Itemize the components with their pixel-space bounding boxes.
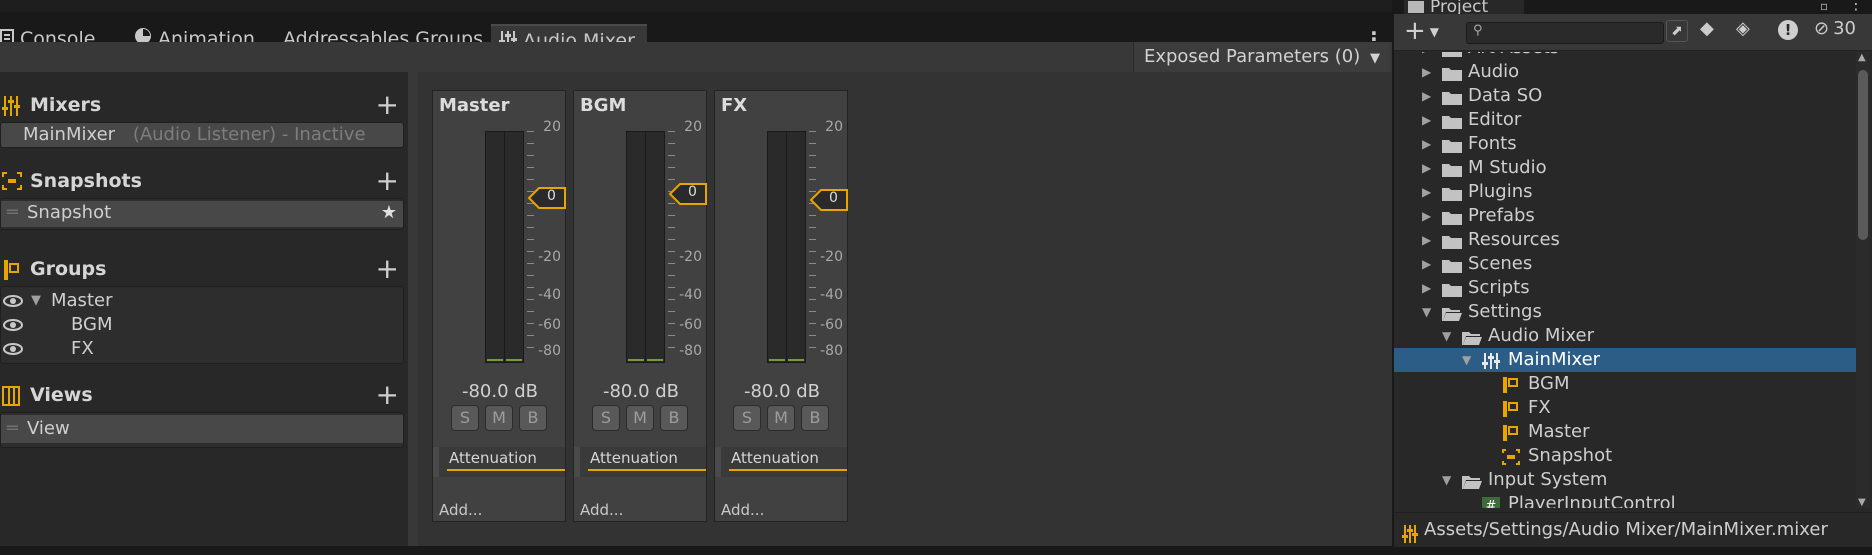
tree-item-label: Prefabs xyxy=(1468,205,1535,226)
audio-mixer-icon xyxy=(1482,352,1502,369)
tree-item[interactable]: ▶ Data SO xyxy=(1394,84,1856,108)
tree-item[interactable]: ▶ Plugins xyxy=(1394,180,1856,204)
tree-item-label: Input System xyxy=(1488,469,1608,490)
tree-item-label: Master xyxy=(1528,421,1590,442)
search-by-type-icon[interactable]: ⬈ xyxy=(1666,20,1688,42)
warning-icon[interactable]: ! xyxy=(1778,20,1798,40)
folder-open-icon xyxy=(1462,472,1482,489)
lock-icon[interactable]: ▫ xyxy=(1820,0,1828,12)
folder-icon xyxy=(1442,88,1462,105)
folder-icon xyxy=(1442,160,1462,177)
collapse-arrow-icon[interactable]: ▶ xyxy=(1422,204,1431,228)
collapse-arrow-icon[interactable]: ▶ xyxy=(1422,252,1431,276)
expand-arrow-icon[interactable]: ▼ xyxy=(1442,468,1451,492)
tree-item[interactable]: Master xyxy=(1394,420,1856,444)
mixer-group-icon xyxy=(1502,424,1522,441)
folder-icon xyxy=(1408,1,1424,13)
tree-item[interactable]: ▶ Fonts xyxy=(1394,132,1856,156)
tree-item-label: Fonts xyxy=(1468,133,1517,154)
mixer-icon xyxy=(1402,521,1418,555)
scroll-up-icon[interactable]: ▲ xyxy=(1858,52,1866,63)
folder-open-icon xyxy=(1462,328,1482,345)
collapse-arrow-icon[interactable]: ▶ xyxy=(1422,84,1431,108)
collapse-arrow-icon[interactable]: ▶ xyxy=(1422,108,1431,132)
folder-icon xyxy=(1442,280,1462,297)
hidden-packages-button[interactable]: ⊘ 30 xyxy=(1814,18,1856,39)
mixer-group-icon xyxy=(1502,376,1522,393)
selected-asset-path: Assets/Settings/Audio Mixer/MainMixer.mi… xyxy=(1424,519,1828,540)
tree-item-label: Scripts xyxy=(1468,277,1530,298)
collapse-arrow-icon[interactable]: ▶ xyxy=(1422,60,1431,84)
tree-item-label: Editor xyxy=(1468,109,1522,130)
expand-arrow-icon[interactable]: ▼ xyxy=(1462,348,1471,372)
snapshot-icon xyxy=(1502,448,1522,465)
tree-item-label: Resources xyxy=(1468,229,1560,250)
more-options-icon[interactable]: ⋮ xyxy=(1848,0,1864,12)
tree-item-label: Audio xyxy=(1468,61,1520,82)
mixer-group-icon xyxy=(1502,400,1522,417)
tree-item[interactable]: BGM xyxy=(1394,372,1856,396)
expand-arrow-icon[interactable]: ▼ xyxy=(1422,300,1431,324)
tree-item-label: Data SO xyxy=(1468,85,1543,106)
project-footer: Assets/Settings/Audio Mixer/MainMixer.mi… xyxy=(1394,512,1872,547)
tree-item-label: BGM xyxy=(1528,373,1570,394)
collapse-arrow-icon[interactable]: ▶ xyxy=(1422,276,1431,300)
scroll-down-icon[interactable]: ▼ xyxy=(1858,497,1866,508)
collapse-arrow-icon[interactable]: ▶ xyxy=(1422,132,1431,156)
collapse-arrow-icon[interactable]: ▶ xyxy=(1422,156,1431,180)
tree-item[interactable]: ▶ Prefabs xyxy=(1394,204,1856,228)
folder-icon xyxy=(1442,232,1462,249)
hidden-count: 30 xyxy=(1833,18,1856,39)
folder-icon xyxy=(1442,184,1462,201)
tree-item[interactable]: ▶ Resources xyxy=(1394,228,1856,252)
tree-item[interactable]: FX xyxy=(1394,396,1856,420)
tab-project-label: Project xyxy=(1430,0,1489,14)
scrollbar-thumb[interactable] xyxy=(1858,70,1868,240)
tree-item[interactable]: ▶ Scenes xyxy=(1394,252,1856,276)
tree-item-label: Audio Mixer xyxy=(1488,325,1594,346)
tree-item[interactable]: ▶ M Studio xyxy=(1394,156,1856,180)
filter-by-label-icon[interactable]: ◈ xyxy=(1736,18,1750,39)
tree-item[interactable]: ▶ Audio xyxy=(1394,60,1856,84)
tree-item[interactable]: ▼ Settings xyxy=(1394,300,1856,324)
tree-item[interactable]: ▼ Audio Mixer xyxy=(1394,324,1856,348)
tab-project[interactable]: Project xyxy=(1404,0,1524,14)
tree-item[interactable]: ▼ Input System xyxy=(1394,468,1856,492)
expand-arrow-icon[interactable]: ▼ xyxy=(1442,324,1451,348)
tree-item-label: Snapshot xyxy=(1528,445,1613,466)
tree-item[interactable]: Snapshot xyxy=(1394,444,1856,468)
project-search-input[interactable]: ⚲ xyxy=(1466,22,1664,44)
tree-item-label: Settings xyxy=(1468,301,1542,322)
folder-icon xyxy=(1442,136,1462,153)
tree-item[interactable]: ▼ MainMixer xyxy=(1394,348,1856,372)
search-icon: ⚲ xyxy=(1473,23,1483,38)
folder-open-icon xyxy=(1442,304,1462,321)
tree-item-label: Plugins xyxy=(1468,181,1533,202)
folder-icon xyxy=(1442,256,1462,273)
folder-icon xyxy=(1442,208,1462,225)
create-button[interactable]: + ▼ xyxy=(1404,16,1439,46)
folder-icon xyxy=(1442,64,1462,81)
tree-item-label: Scenes xyxy=(1468,253,1533,274)
eye-off-icon: ⊘ xyxy=(1814,18,1830,39)
folder-icon xyxy=(1442,112,1462,129)
collapse-arrow-icon[interactable]: ▶ xyxy=(1422,228,1431,252)
filter-by-type-icon[interactable]: ◆ xyxy=(1700,18,1714,39)
tree-item-label: FX xyxy=(1528,397,1551,418)
collapse-arrow-icon[interactable]: ▶ xyxy=(1422,180,1431,204)
tree-item-label: MainMixer xyxy=(1508,349,1601,370)
tree-item-label: M Studio xyxy=(1468,157,1547,178)
tree-item[interactable]: ▶ Scripts xyxy=(1394,276,1856,300)
project-tree: ▶Art Assets▶Audio▶Data SO▶Editor▶Fonts▶M… xyxy=(0,52,1872,508)
tree-item[interactable]: ▶ Editor xyxy=(1394,108,1856,132)
